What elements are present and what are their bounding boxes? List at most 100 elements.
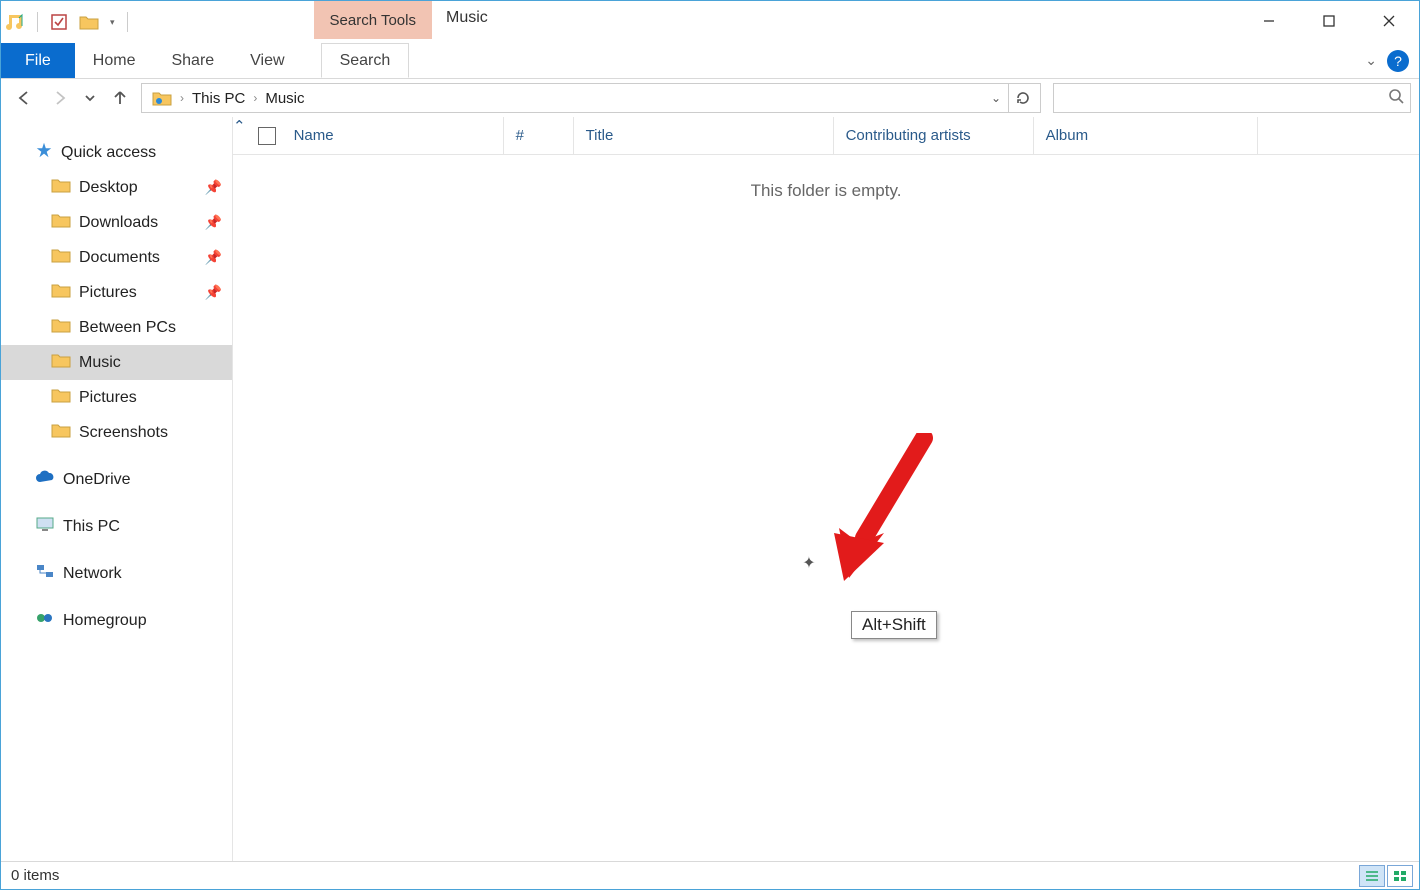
address-dropdown-icon[interactable]: ⌄ xyxy=(984,91,1008,105)
app-icon xyxy=(5,11,27,33)
view-large-icons-button[interactable] xyxy=(1387,865,1413,887)
cloud-icon xyxy=(35,470,55,489)
ribbon-collapse-icon[interactable]: ⌄ xyxy=(1365,52,1377,69)
file-list-pane[interactable]: ⌃ Name # Title Contributing artists Albu… xyxy=(233,117,1419,861)
sidebar-item-label: Pictures xyxy=(79,284,137,302)
help-icon[interactable]: ? xyxy=(1387,50,1409,72)
column-header-title[interactable]: Title xyxy=(574,117,834,154)
ribbon-tab-label: Home xyxy=(93,52,136,70)
select-all-checkbox[interactable] xyxy=(258,127,276,145)
sidebar-item-label: Homegroup xyxy=(63,612,147,630)
nav-back-button[interactable] xyxy=(9,83,39,113)
empty-folder-message: This folder is empty. xyxy=(233,181,1419,201)
column-label: # xyxy=(516,127,524,144)
sidebar-item-label: Desktop xyxy=(79,179,138,197)
sidebar-item-label: OneDrive xyxy=(63,471,131,489)
breadcrumb-sep-icon[interactable]: › xyxy=(251,91,259,105)
sidebar-item-label: Quick access xyxy=(61,144,156,162)
sidebar-item-documents[interactable]: Documents 📌 xyxy=(1,240,232,275)
sidebar-item-label: Downloads xyxy=(79,214,158,232)
ribbon-tab-label: View xyxy=(250,52,284,70)
maximize-button[interactable] xyxy=(1299,1,1359,41)
ribbon-tab-label: Search xyxy=(340,52,391,70)
sidebar-item-pictures[interactable]: Pictures xyxy=(1,380,232,415)
nav-up-button[interactable] xyxy=(105,83,135,113)
title-bar: ▾ Search Tools Music xyxy=(1,1,1419,43)
ribbon-tab-label: Share xyxy=(171,52,214,70)
column-header-name[interactable]: Name xyxy=(246,117,504,154)
column-label: Contributing artists xyxy=(846,127,971,144)
ribbon-tab-share[interactable]: Share xyxy=(153,43,232,78)
breadcrumb-sep-icon[interactable]: › xyxy=(178,91,186,105)
move-cursor-icon: ✦ xyxy=(802,553,815,573)
ribbon-tab-file[interactable]: File xyxy=(1,43,75,78)
computer-icon xyxy=(35,516,55,537)
nav-recent-dropdown[interactable] xyxy=(81,83,99,113)
sidebar-onedrive[interactable]: OneDrive xyxy=(1,462,232,497)
qat-newfolder-icon[interactable] xyxy=(78,11,100,33)
content-area: Quick access Desktop📌Downloads📌Documents… xyxy=(1,117,1419,861)
sidebar-item-label: Screenshots xyxy=(79,424,168,442)
breadcrumb-label: Music xyxy=(265,90,304,107)
sidebar-item-screenshots[interactable]: Screenshots xyxy=(1,415,232,450)
breadcrumb-label: This PC xyxy=(192,90,245,107)
sidebar-network[interactable]: Network xyxy=(1,556,232,591)
tooltip-text: Alt+Shift xyxy=(862,615,926,634)
sidebar-homegroup[interactable]: Homegroup xyxy=(1,603,232,638)
ribbon-tab-home[interactable]: Home xyxy=(75,43,154,78)
navigation-bar: › This PC › Music ⌄ xyxy=(1,79,1419,117)
ribbon-tab-label: File xyxy=(25,52,51,70)
folder-icon xyxy=(51,316,71,339)
sidebar-item-downloads[interactable]: Downloads 📌 xyxy=(1,205,232,240)
sidebar-item-music[interactable]: Music xyxy=(1,345,232,380)
context-tab-label: Search Tools xyxy=(330,12,416,29)
status-item-count: 0 items xyxy=(11,867,59,884)
nav-forward-button[interactable] xyxy=(45,83,75,113)
navigation-pane[interactable]: Quick access Desktop📌Downloads📌Documents… xyxy=(1,117,233,861)
breadcrumb-this-pc[interactable]: This PC xyxy=(186,90,251,107)
pin-icon: 📌 xyxy=(205,214,222,231)
homegroup-icon xyxy=(35,610,55,631)
pin-icon: 📌 xyxy=(205,284,222,301)
sidebar-item-label: Pictures xyxy=(79,389,137,407)
column-header-album[interactable]: Album xyxy=(1034,117,1258,154)
star-icon xyxy=(35,141,53,164)
breadcrumb-music[interactable]: Music xyxy=(259,90,310,107)
folder-icon xyxy=(51,211,71,234)
sidebar-item-label: Between PCs xyxy=(79,319,176,337)
pin-icon: 📌 xyxy=(205,249,222,266)
address-bar[interactable]: › This PC › Music ⌄ xyxy=(141,83,1041,113)
sidebar-item-label: Documents xyxy=(79,249,160,267)
search-icon[interactable] xyxy=(1388,88,1404,108)
ribbon-tab-search[interactable]: Search xyxy=(321,43,410,78)
close-button[interactable] xyxy=(1359,1,1419,41)
context-tab-search-tools[interactable]: Search Tools xyxy=(314,1,432,39)
ribbon-tab-view[interactable]: View xyxy=(232,43,302,78)
sidebar-this-pc[interactable]: This PC xyxy=(1,509,232,544)
column-header-number[interactable]: # xyxy=(504,117,574,154)
qat-dropdown-icon[interactable]: ▾ xyxy=(108,17,117,28)
sort-indicator-icon: ⌃ xyxy=(233,117,246,154)
column-label: Title xyxy=(586,127,614,144)
minimize-button[interactable] xyxy=(1239,1,1299,41)
search-input[interactable] xyxy=(1060,90,1388,107)
search-box[interactable] xyxy=(1053,83,1411,113)
sidebar-item-between-pcs[interactable]: Between PCs xyxy=(1,310,232,345)
sidebar-item-label: Music xyxy=(79,354,121,372)
sidebar-item-pictures[interactable]: Pictures 📌 xyxy=(1,275,232,310)
sidebar-item-desktop[interactable]: Desktop 📌 xyxy=(1,170,232,205)
pin-icon: 📌 xyxy=(205,179,222,196)
refresh-button[interactable] xyxy=(1008,84,1036,112)
annotation-arrow xyxy=(829,433,939,588)
column-headers: ⌃ Name # Title Contributing artists Albu… xyxy=(233,117,1419,155)
sidebar-item-label: This PC xyxy=(63,518,120,536)
network-icon xyxy=(35,563,55,584)
column-header-artists[interactable]: Contributing artists xyxy=(834,117,1034,154)
qat-properties-icon[interactable] xyxy=(48,11,70,33)
view-details-button[interactable] xyxy=(1359,865,1385,887)
status-bar: 0 items xyxy=(1,861,1419,889)
folder-icon xyxy=(51,246,71,269)
ribbon-tabs: File Home Share View Search ⌄ ? xyxy=(1,43,1419,79)
sidebar-quick-access[interactable]: Quick access xyxy=(1,135,232,170)
column-label: Name xyxy=(294,127,334,144)
